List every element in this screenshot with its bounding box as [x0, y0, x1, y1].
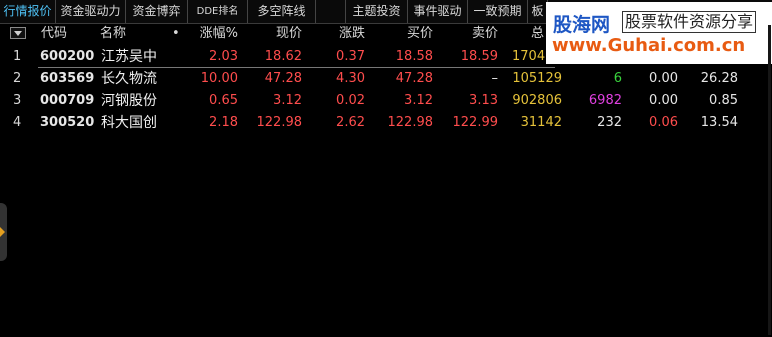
stock-name: 江苏吴中: [101, 49, 157, 65]
speed: 0.00: [649, 71, 678, 86]
bid-price: 47.28: [395, 71, 433, 86]
total-volume: 1704: [512, 49, 546, 64]
turnover: 0.85: [709, 93, 738, 108]
tab-fund-game[interactable]: 资金博弈: [126, 0, 188, 23]
total-volume: 31142: [520, 115, 562, 130]
ask-price: –: [491, 71, 499, 86]
watermark-tagline: 股票软件资源分享: [622, 11, 757, 33]
watermark-url: www.Guhai.com.cn: [552, 35, 746, 56]
stock-name: 长久物流: [101, 71, 157, 87]
total-volume: 902806: [512, 93, 562, 108]
change: 4.30: [336, 71, 365, 86]
guhai-watermark-logo: 股海网 股票软件资源分享 www.Guhai.com.cn: [546, 2, 772, 64]
row-index: 1: [13, 49, 22, 64]
current-volume: 232: [597, 115, 622, 130]
chevron-down-icon: [14, 31, 22, 36]
bid-price: 18.58: [395, 49, 433, 64]
tab-fund-drive[interactable]: 资金驱动力: [56, 0, 126, 23]
table-row[interactable]: 4 300520 科大国创 2.18 122.98 2.62 122.98 12…: [0, 112, 772, 134]
total-volume: 105129: [512, 71, 562, 86]
price: 47.28: [264, 71, 302, 86]
side-panel-handle[interactable]: [0, 203, 7, 261]
tab-consensus[interactable]: 一致预期: [468, 0, 528, 23]
row-index: 3: [13, 93, 22, 108]
tab-long-short[interactable]: 多空阵线: [248, 0, 316, 23]
tab-spacer: [316, 0, 346, 23]
header-change[interactable]: 涨跌: [310, 25, 365, 43]
row-index: 2: [13, 71, 22, 86]
change-pct: 0.65: [209, 93, 238, 108]
price: 3.12: [273, 93, 302, 108]
header-code[interactable]: 代码: [41, 25, 67, 43]
current-volume: 6982: [588, 93, 622, 108]
arrow-right-icon: [0, 227, 5, 237]
stock-name: 科大国创: [101, 115, 157, 131]
tab-event-drive[interactable]: 事件驱动: [408, 0, 468, 23]
tab-quotes[interactable]: 行情报价: [0, 0, 56, 23]
bid-price: 3.12: [404, 93, 433, 108]
sort-dropdown-button[interactable]: [10, 27, 26, 39]
change: 0.37: [336, 49, 365, 64]
stock-code: 600200: [40, 49, 95, 64]
header-name[interactable]: 名称: [100, 25, 126, 43]
header-price[interactable]: 现价: [244, 25, 302, 43]
header-name-marker: •: [172, 26, 180, 41]
header-total[interactable]: 总: [531, 25, 544, 43]
change: 0.02: [336, 93, 365, 108]
change: 2.62: [336, 115, 365, 130]
turnover: 13.54: [700, 115, 738, 130]
table-row[interactable]: 3 000709 河钢股份 0.65 3.12 0.02 3.12 3.13 9…: [0, 90, 772, 112]
turnover: 26.28: [700, 71, 738, 86]
watermark-brand: 股海网: [553, 14, 611, 36]
speed: 0.00: [649, 93, 678, 108]
stock-name: 河钢股份: [101, 93, 157, 109]
tab-sector[interactable]: 板: [528, 0, 548, 23]
ask-price: 3.13: [469, 93, 498, 108]
speed: 0.06: [649, 115, 678, 130]
current-volume: 6: [613, 71, 622, 86]
change-pct: 2.18: [209, 115, 238, 130]
bid-price: 122.98: [387, 115, 434, 130]
tab-theme-invest[interactable]: 主题投资: [346, 0, 408, 23]
tab-dde-rank[interactable]: DDE排名: [188, 0, 248, 23]
ask-price: 18.59: [460, 49, 498, 64]
change-pct: 10.00: [200, 71, 238, 86]
stock-code: 300520: [40, 115, 95, 130]
stock-code: 603569: [40, 71, 95, 86]
table-row[interactable]: 2 603569 长久物流 10.00 47.28 4.30 47.28 – 1…: [0, 68, 772, 90]
stock-code: 000709: [40, 93, 95, 108]
change-pct: 2.03: [209, 49, 238, 64]
header-ask[interactable]: 卖价: [440, 25, 498, 43]
ask-price: 122.99: [452, 115, 499, 130]
price: 18.62: [264, 49, 302, 64]
header-change-pct[interactable]: 涨幅%: [180, 25, 238, 43]
price: 122.98: [256, 115, 303, 130]
row-index: 4: [13, 115, 22, 130]
vertical-scrollbar[interactable]: [768, 25, 771, 335]
header-bid[interactable]: 买价: [375, 25, 433, 43]
